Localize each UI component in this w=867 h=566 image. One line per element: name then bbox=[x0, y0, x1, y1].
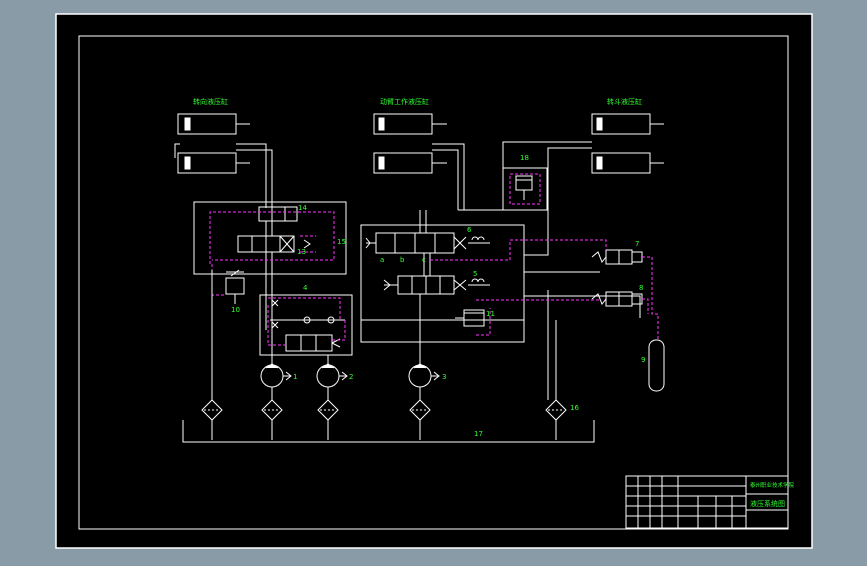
label-1: 1 bbox=[293, 373, 297, 381]
label-3: 3 bbox=[442, 373, 446, 381]
label-14: 14 bbox=[298, 204, 307, 212]
label-13: 13 bbox=[297, 248, 306, 256]
title-bucket-cylinder: 转斗液压缸 bbox=[607, 97, 642, 106]
label-15: 15 bbox=[337, 238, 346, 246]
label-18: 18 bbox=[520, 154, 529, 162]
hydraulic-schematic: 转向液压缸 动臂工作液压缸 转斗液压缸 14 13 15 10 4 5 6 11… bbox=[55, 13, 813, 549]
label-16: 16 bbox=[570, 404, 579, 412]
label-17: 17 bbox=[474, 430, 483, 438]
drawing-viewport: 转向液压缸 动臂工作液压缸 转斗液压缸 14 13 15 10 4 5 6 11… bbox=[0, 0, 867, 562]
label-5: 5 bbox=[473, 270, 477, 278]
title-block-school: 泰州职业技术学院 bbox=[750, 481, 795, 489]
label-7: 7 bbox=[635, 240, 639, 248]
drawing-sheet bbox=[55, 13, 813, 549]
label-c: c bbox=[422, 256, 426, 264]
label-8: 8 bbox=[639, 284, 643, 292]
label-11: 11 bbox=[486, 310, 495, 318]
label-4: 4 bbox=[303, 284, 308, 292]
title-block-drawing-name: 液压系统图 bbox=[750, 499, 785, 508]
label-6: 6 bbox=[467, 226, 472, 234]
label-a: a bbox=[380, 256, 384, 264]
title-steering-cylinder: 转向液压缸 bbox=[193, 97, 228, 106]
label-2: 2 bbox=[349, 373, 353, 381]
label-10: 10 bbox=[231, 306, 240, 314]
title-boom-cylinder: 动臂工作液压缸 bbox=[380, 97, 429, 106]
label-b: b bbox=[400, 256, 405, 264]
label-9: 9 bbox=[641, 356, 645, 364]
